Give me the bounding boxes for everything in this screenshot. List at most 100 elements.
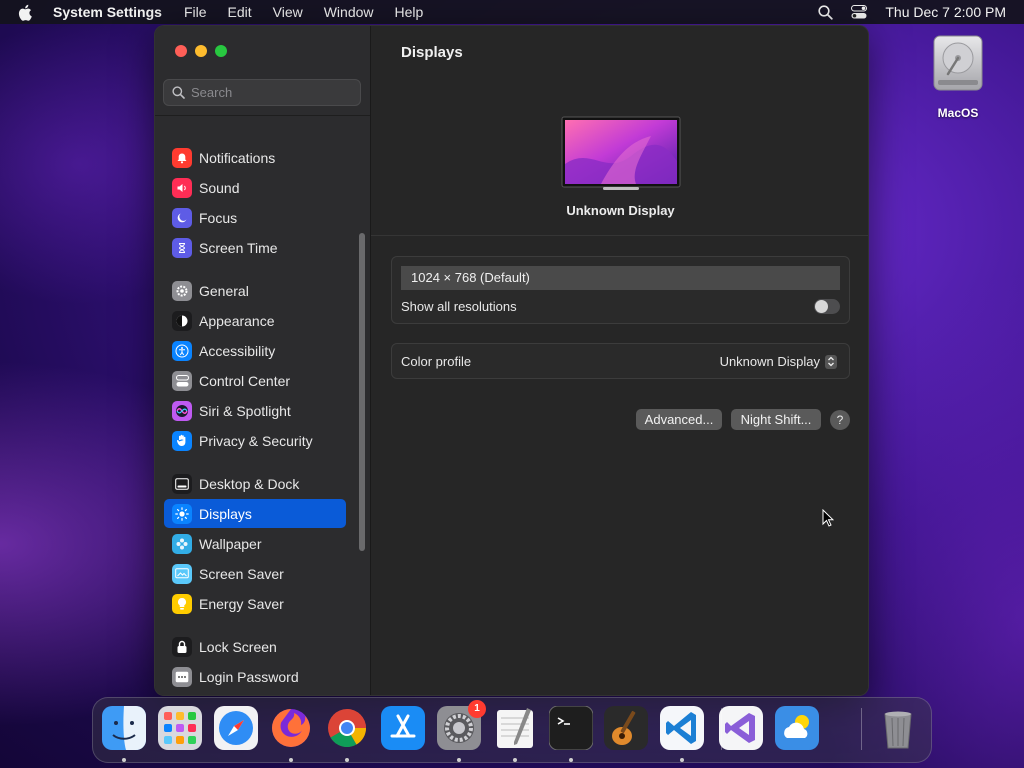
- color-profile-label: Color profile: [401, 354, 472, 369]
- sidebar-item-label: Appearance: [199, 312, 275, 329]
- sidebar-item-label: Accessibility: [199, 342, 276, 359]
- menu-edit[interactable]: Edit: [228, 4, 252, 20]
- hard-drive-icon: [930, 34, 986, 92]
- sidebar-item-screen-time[interactable]: Screen Time: [164, 233, 346, 262]
- visual-studio-icon[interactable]: [719, 706, 763, 750]
- control-center-icon: [172, 370, 192, 391]
- siri-icon: [172, 400, 192, 421]
- display-name-label: Unknown Display: [566, 203, 675, 218]
- sidebar-item-control-center[interactable]: Control Center: [164, 366, 346, 395]
- finder-icon[interactable]: [102, 706, 146, 750]
- sidebar-item-notifications[interactable]: Notifications: [164, 143, 346, 172]
- running-indicator: [457, 758, 461, 762]
- sidebar-scrollbar[interactable]: [359, 233, 365, 551]
- screen-saver-icon: [172, 563, 192, 584]
- running-indicator: [122, 758, 126, 762]
- zoom-button[interactable]: [215, 45, 227, 57]
- sidebar-item-privacy-security[interactable]: Privacy & Security: [164, 426, 346, 455]
- sidebar-item-label: Control Center: [199, 372, 291, 389]
- firefox-icon[interactable]: [269, 706, 313, 750]
- app-menu-system-settings[interactable]: System Settings: [53, 4, 162, 20]
- updown-chevron-icon: [825, 354, 837, 369]
- terminal-icon[interactable]: [549, 706, 593, 750]
- sidebar-item-energy-saver[interactable]: Energy Saver: [164, 589, 346, 618]
- sidebar-item-label: General: [199, 282, 249, 299]
- sidebar-item-label: Login Password: [199, 668, 299, 685]
- dock-separator: [861, 708, 862, 750]
- help-button[interactable]: ?: [830, 410, 850, 430]
- sidebar-item-desktop-dock[interactable]: Desktop & Dock: [164, 469, 346, 498]
- hand-icon: [172, 430, 192, 451]
- app-store-icon[interactable]: [381, 706, 425, 750]
- sidebar-item-login-password[interactable]: Login Password: [164, 662, 346, 691]
- resolution-row[interactable]: 1024 × 768 (Default): [401, 266, 840, 290]
- sidebar-item-label: Energy Saver: [199, 595, 284, 612]
- sidebar-divider: [155, 115, 370, 116]
- control-center-icon[interactable]: [851, 5, 868, 19]
- sidebar-item-lock-screen[interactable]: Lock Screen: [164, 632, 346, 661]
- sidebar-item-label: Screen Time: [199, 239, 278, 256]
- search-icon: [172, 86, 185, 99]
- sidebar-item-label: Screen Saver: [199, 565, 284, 582]
- menu-bar: System Settings File Edit View Window He…: [0, 0, 1024, 24]
- chrome-icon[interactable]: [325, 706, 369, 750]
- sidebar-item-label: Lock Screen: [199, 638, 277, 655]
- desktop-disk-macos[interactable]: MacOS: [926, 34, 990, 120]
- sidebar-item-focus[interactable]: Focus: [164, 203, 346, 232]
- menu-file[interactable]: File: [184, 4, 207, 20]
- show-all-resolutions-label: Show all resolutions: [401, 299, 517, 314]
- sidebar-item-label: Displays: [199, 505, 252, 522]
- speaker-icon: [172, 177, 192, 198]
- page-title: Displays: [401, 44, 463, 61]
- vscode-icon[interactable]: [660, 706, 704, 750]
- close-button[interactable]: [175, 45, 187, 57]
- sidebar-item-accessibility[interactable]: Accessibility: [164, 336, 346, 365]
- menu-view[interactable]: View: [273, 4, 303, 20]
- bulb-icon: [172, 593, 192, 614]
- search-input[interactable]: [191, 85, 351, 100]
- system-settings-icon[interactable]: 1: [437, 700, 486, 750]
- flower-icon: [172, 533, 192, 554]
- gear-icon: [172, 280, 192, 301]
- sidebar-item-wallpaper[interactable]: Wallpaper: [164, 529, 346, 558]
- monitor-icon[interactable]: [561, 116, 681, 191]
- running-indicator: [680, 758, 684, 762]
- show-all-resolutions-toggle[interactable]: [814, 299, 840, 314]
- menu-bar-clock[interactable]: Thu Dec 7 2:00 PM: [885, 4, 1006, 20]
- sidebar-item-screen-saver[interactable]: Screen Saver: [164, 559, 346, 588]
- section-divider: [371, 235, 868, 236]
- safari-icon[interactable]: [214, 706, 258, 750]
- night-shift-button[interactable]: Night Shift...: [731, 409, 821, 430]
- trash-icon[interactable]: [876, 706, 920, 750]
- menu-help[interactable]: Help: [395, 4, 424, 20]
- system-settings-window: Notifications Sound Focus Screen Time Genera…: [154, 25, 869, 696]
- notification-badge: 1: [468, 700, 486, 718]
- sidebar-item-label: Siri & Spotlight: [199, 402, 291, 419]
- window-controls: [175, 45, 235, 57]
- desktop-icon-label: MacOS: [937, 106, 979, 120]
- weather-icon[interactable]: [775, 706, 819, 750]
- accessibility-icon: [172, 340, 192, 361]
- textedit-icon[interactable]: [493, 706, 537, 750]
- sidebar-item-displays[interactable]: Displays: [164, 499, 346, 528]
- spotlight-search-icon[interactable]: [818, 4, 834, 20]
- apple-menu-icon[interactable]: [18, 4, 34, 21]
- moon-icon: [172, 207, 192, 228]
- sidebar-item-siri-spotlight[interactable]: Siri & Spotlight: [164, 396, 346, 425]
- sidebar-item-label: Focus: [199, 209, 238, 226]
- search-field[interactable]: [163, 79, 361, 106]
- sidebar-item-label: Sound: [199, 179, 240, 196]
- minimize-button[interactable]: [195, 45, 207, 57]
- sidebar-item-appearance[interactable]: Appearance: [164, 306, 346, 335]
- color-profile-select[interactable]: Unknown Display: [720, 354, 837, 369]
- launchpad-icon[interactable]: [158, 706, 202, 750]
- menu-window[interactable]: Window: [324, 4, 374, 20]
- advanced-button[interactable]: Advanced...: [636, 409, 722, 430]
- running-indicator: [569, 758, 573, 762]
- sidebar-item-sound[interactable]: Sound: [164, 173, 346, 202]
- sidebar: Notifications Sound Focus Screen Time Genera…: [155, 26, 371, 695]
- sidebar-item-label: Privacy & Security: [199, 432, 313, 449]
- garageband-icon[interactable]: [604, 706, 648, 750]
- sidebar-item-general[interactable]: General: [164, 276, 346, 305]
- color-profile-value: Unknown Display: [719, 354, 820, 369]
